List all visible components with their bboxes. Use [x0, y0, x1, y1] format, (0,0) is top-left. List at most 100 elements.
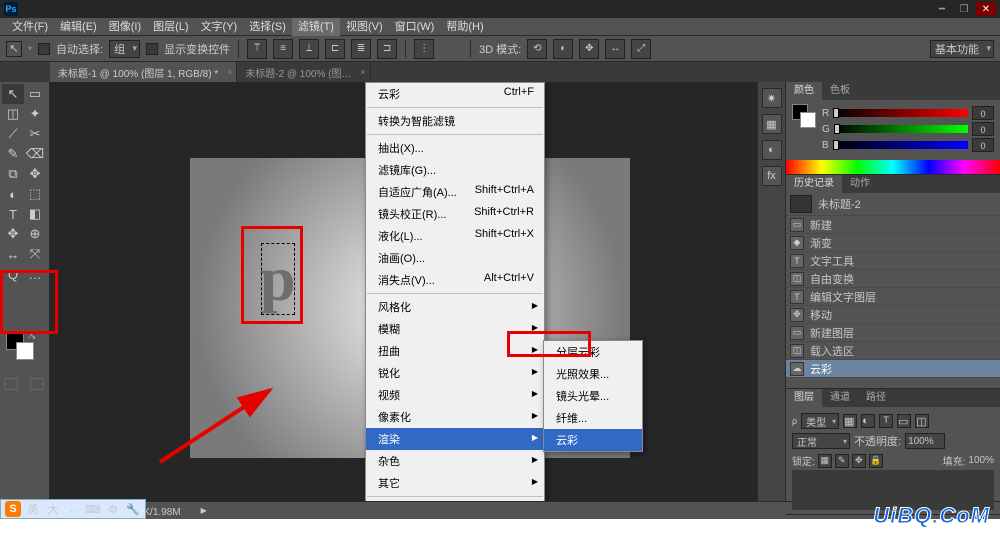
- align-top-icon[interactable]: ⟙: [247, 39, 267, 59]
- menu-item[interactable]: 锐化: [366, 362, 544, 384]
- color-spectrum[interactable]: [786, 160, 1000, 174]
- tab-history[interactable]: 历史记录: [786, 175, 842, 193]
- filter-shape-icon[interactable]: ▭: [897, 414, 911, 428]
- tool-button[interactable]: ⧉: [2, 164, 24, 184]
- menu-item[interactable]: 液化(L)...Shift+Ctrl+X: [366, 225, 544, 247]
- tab-close-icon[interactable]: ×: [360, 67, 365, 77]
- dock-styles-icon[interactable]: fx: [762, 166, 782, 186]
- distribute-icon[interactable]: ⋮: [414, 39, 434, 59]
- canvas-area[interactable]: p www.psanz.com 云彩Ctrl+F转换为智能滤镜抽出(X)...滤…: [50, 82, 757, 501]
- sogou-icon[interactable]: S: [5, 501, 21, 517]
- lock-pixels-icon[interactable]: ✎: [835, 454, 849, 468]
- menu-item[interactable]: 文件(F): [6, 18, 54, 36]
- filter-adjust-icon[interactable]: ◐: [861, 414, 875, 428]
- blend-mode-dropdown[interactable]: 正常: [792, 433, 850, 449]
- 3d-orbit-icon[interactable]: ⟲: [527, 39, 547, 59]
- b-slider[interactable]: [833, 141, 968, 149]
- tab-channels[interactable]: 通道: [822, 389, 858, 407]
- tool-button[interactable]: ✥: [24, 164, 46, 184]
- tool-button[interactable]: ✦: [24, 104, 46, 124]
- submenu-item[interactable]: 纤维...: [544, 407, 642, 429]
- tool-button[interactable]: ✥: [2, 224, 24, 244]
- ime-punct-icon[interactable]: ,.: [65, 501, 81, 517]
- align-bottom-icon[interactable]: ⟘: [299, 39, 319, 59]
- align-right-icon[interactable]: ⊐: [377, 39, 397, 59]
- history-item[interactable]: ▭新建图层: [786, 324, 1000, 342]
- tab-close-icon[interactable]: ×: [227, 67, 232, 77]
- tool-button[interactable]: ⌫: [24, 144, 46, 164]
- ime-full-icon[interactable]: 大: [45, 501, 61, 517]
- tab-actions[interactable]: 动作: [842, 175, 878, 193]
- ime-settings-icon[interactable]: ⚙: [105, 501, 121, 517]
- ime-toolbar[interactable]: S 英 大 ,. ⌨ ⚙ 🔧: [0, 499, 146, 519]
- menu-item[interactable]: 杂色: [366, 450, 544, 472]
- r-slider[interactable]: [833, 109, 968, 117]
- tool-button[interactable]: ✂: [24, 124, 46, 144]
- lock-all-icon[interactable]: 🔒: [869, 454, 883, 468]
- ime-keyboard-icon[interactable]: ⌨: [85, 501, 101, 517]
- submenu-item[interactable]: 云彩: [544, 429, 642, 451]
- tool-button[interactable]: ⟋: [2, 124, 24, 144]
- menu-item[interactable]: 其它: [366, 472, 544, 494]
- close-button[interactable]: ✕: [976, 2, 996, 16]
- menu-item[interactable]: 油画(O)...: [366, 247, 544, 269]
- history-item[interactable]: ✥移动: [786, 306, 1000, 324]
- history-item[interactable]: ◫载入选区: [786, 342, 1000, 360]
- auto-select-checkbox[interactable]: [38, 43, 50, 55]
- menu-item[interactable]: 编辑(E): [54, 18, 103, 36]
- layer-kind-dropdown[interactable]: 类型: [801, 413, 839, 429]
- 3d-slide-icon[interactable]: ↔: [605, 39, 625, 59]
- tool-button[interactable]: ▭: [24, 84, 46, 104]
- restore-button[interactable]: ❐: [954, 2, 974, 16]
- menu-item[interactable]: 自适应广角(A)...Shift+Ctrl+A: [366, 181, 544, 203]
- tool-preset-picker[interactable]: ↖: [6, 41, 22, 57]
- tab-layers[interactable]: 图层: [786, 389, 822, 407]
- b-value[interactable]: 0: [972, 138, 994, 152]
- standard-mode-icon[interactable]: [4, 378, 18, 390]
- menu-item[interactable]: 镜头校正(R)...Shift+Ctrl+R: [366, 203, 544, 225]
- document-tab[interactable]: 未标题-2 @ 100% (图…×: [237, 62, 370, 82]
- submenu-item[interactable]: 分层云彩: [544, 341, 642, 363]
- tool-button[interactable]: ↔: [2, 244, 24, 264]
- lock-position-icon[interactable]: ✥: [852, 454, 866, 468]
- tool-button[interactable]: ⬚: [24, 184, 46, 204]
- tool-button[interactable]: T: [2, 204, 24, 224]
- menu-item[interactable]: 消失点(V)...Alt+Ctrl+V: [366, 269, 544, 291]
- tool-button[interactable]: ⤧: [24, 244, 46, 264]
- tool-button[interactable]: Q: [2, 264, 24, 284]
- menu-item[interactable]: 图层(L): [147, 18, 194, 36]
- opacity-field[interactable]: 100%: [905, 433, 945, 449]
- lock-transparent-icon[interactable]: ▦: [818, 454, 832, 468]
- tab-swatches[interactable]: 色板: [822, 82, 858, 100]
- submenu-item[interactable]: 光照效果...: [544, 363, 642, 385]
- tool-button[interactable]: ↖: [2, 84, 24, 104]
- auto-select-dropdown[interactable]: 组: [109, 40, 140, 58]
- fill-field[interactable]: 100%: [968, 455, 994, 466]
- menu-item[interactable]: 渲染: [366, 428, 544, 450]
- menu-item[interactable]: 视频: [366, 384, 544, 406]
- tool-button[interactable]: …: [24, 264, 46, 284]
- menu-item[interactable]: 图像(I): [103, 18, 147, 36]
- quickmask-icon[interactable]: [30, 378, 44, 390]
- history-item[interactable]: ☁云彩: [786, 360, 1000, 378]
- tool-button[interactable]: ◐: [2, 184, 24, 204]
- dock-adjustments-icon[interactable]: ◐: [762, 140, 782, 160]
- history-item[interactable]: ▭新建: [786, 216, 1000, 234]
- menu-item[interactable]: 转换为智能滤镜: [366, 110, 544, 132]
- menu-item[interactable]: 模糊: [366, 318, 544, 340]
- menu-item[interactable]: 视图(V): [340, 18, 389, 36]
- menu-item[interactable]: 窗口(W): [389, 18, 441, 36]
- menu-item[interactable]: 像素化: [366, 406, 544, 428]
- align-vcenter-icon[interactable]: ≡: [273, 39, 293, 59]
- menu-item[interactable]: 云彩Ctrl+F: [366, 83, 544, 105]
- menu-item[interactable]: 选择(S): [243, 18, 292, 36]
- minimize-button[interactable]: ━: [932, 2, 952, 16]
- filter-smart-icon[interactable]: ◫: [915, 414, 929, 428]
- tool-button[interactable]: ◫: [2, 104, 24, 124]
- ime-tool-icon[interactable]: 🔧: [125, 501, 141, 517]
- menu-item[interactable]: 滤镜(T): [292, 18, 340, 36]
- menu-item[interactable]: 抽出(X)...: [366, 137, 544, 159]
- history-item[interactable]: T编辑文字图层: [786, 288, 1000, 306]
- menu-item[interactable]: 帮助(H): [440, 18, 489, 36]
- dock-swatches-icon[interactable]: ▦: [762, 114, 782, 134]
